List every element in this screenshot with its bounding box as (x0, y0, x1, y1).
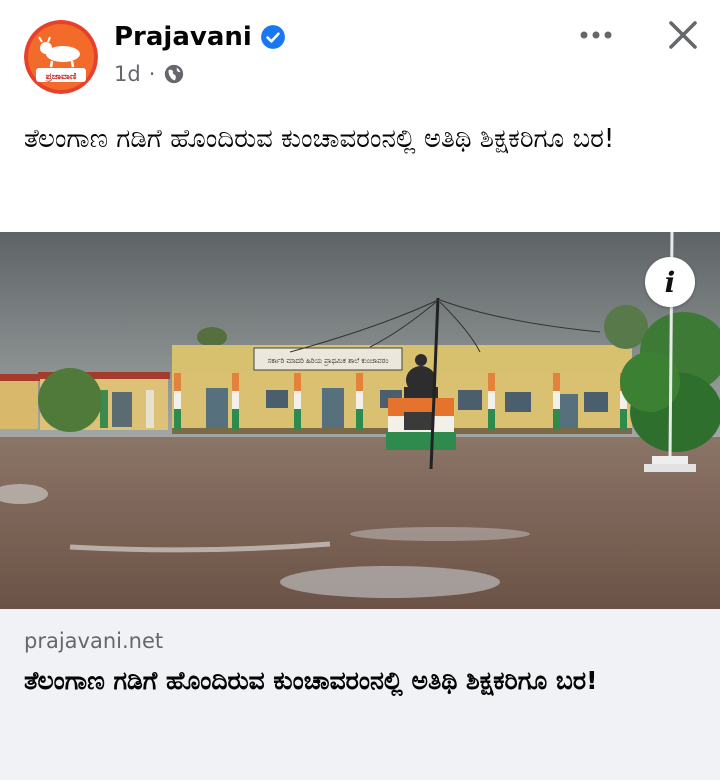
close-button[interactable] (662, 14, 704, 56)
verified-badge-icon (260, 25, 285, 49)
more-dots-icon (580, 31, 612, 39)
post-photo[interactable]: ಸರ್ಕಾರಿ ಮಾದರಿ ಹಿರಿಯ ಪ್ರಾಥಮಿಕ ಶಾಲೆ ಕುಂಚಾವ… (0, 232, 720, 609)
post-meta: 1d · (114, 62, 185, 86)
meta-separator: · (148, 62, 156, 86)
post-header: ಪ್ರಜಾವಾಣಿ Prajavani 1d · (0, 0, 720, 110)
post-timestamp[interactable]: 1d (114, 62, 141, 86)
page-name[interactable]: Prajavani (114, 22, 286, 52)
post-caption: ತೆಲಂಗಾಣ ಗಡಿಗೆ ಹೊಂದಿರುವ ಕುಂಚಾವರಂನಲ್ಲಿ ಅತಿ… (24, 124, 615, 154)
page-name-label: Prajavani (114, 22, 252, 52)
logo-text: ಪ್ರಜಾವಾಣಿ (44, 72, 77, 83)
close-icon (669, 21, 697, 49)
globe-icon (165, 64, 184, 84)
more-options-button[interactable] (574, 20, 618, 50)
link-title[interactable]: ತೆಲಂಗಾಣ ಗಡಿಗೆ ಹೊಂದಿರುವ ಕುಂಚಾವರಂನಲ್ಲಿ ಅತಿ… (24, 661, 704, 701)
info-icon: i (664, 265, 676, 299)
school-sign-text: ಸರ್ಕಾರಿ ಮಾದರಿ ಹಿರಿಯ ಪ್ರಾಥಮಿಕ ಶಾಲೆ ಕುಂಚಾವ… (268, 357, 389, 365)
avatar[interactable]: ಪ್ರಜಾವಾಣಿ (24, 20, 98, 94)
school-photo-illustration: ಸರ್ಕಾರಿ ಮಾದರಿ ಹಿರಿಯ ಪ್ರಾಥಮಿಕ ಶಾಲೆ ಕುಂಚಾವ… (0, 232, 720, 609)
prajavani-logo: ಪ್ರಜಾವಾಣಿ (24, 20, 98, 94)
info-button[interactable]: i (645, 257, 695, 307)
link-preview[interactable]: prajavani.net ತೆಲಂಗಾಣ ಗಡಿಗೆ ಹೊಂದಿರುವ ಕುಂ… (0, 609, 720, 780)
link-domain: prajavani.net (24, 629, 164, 653)
